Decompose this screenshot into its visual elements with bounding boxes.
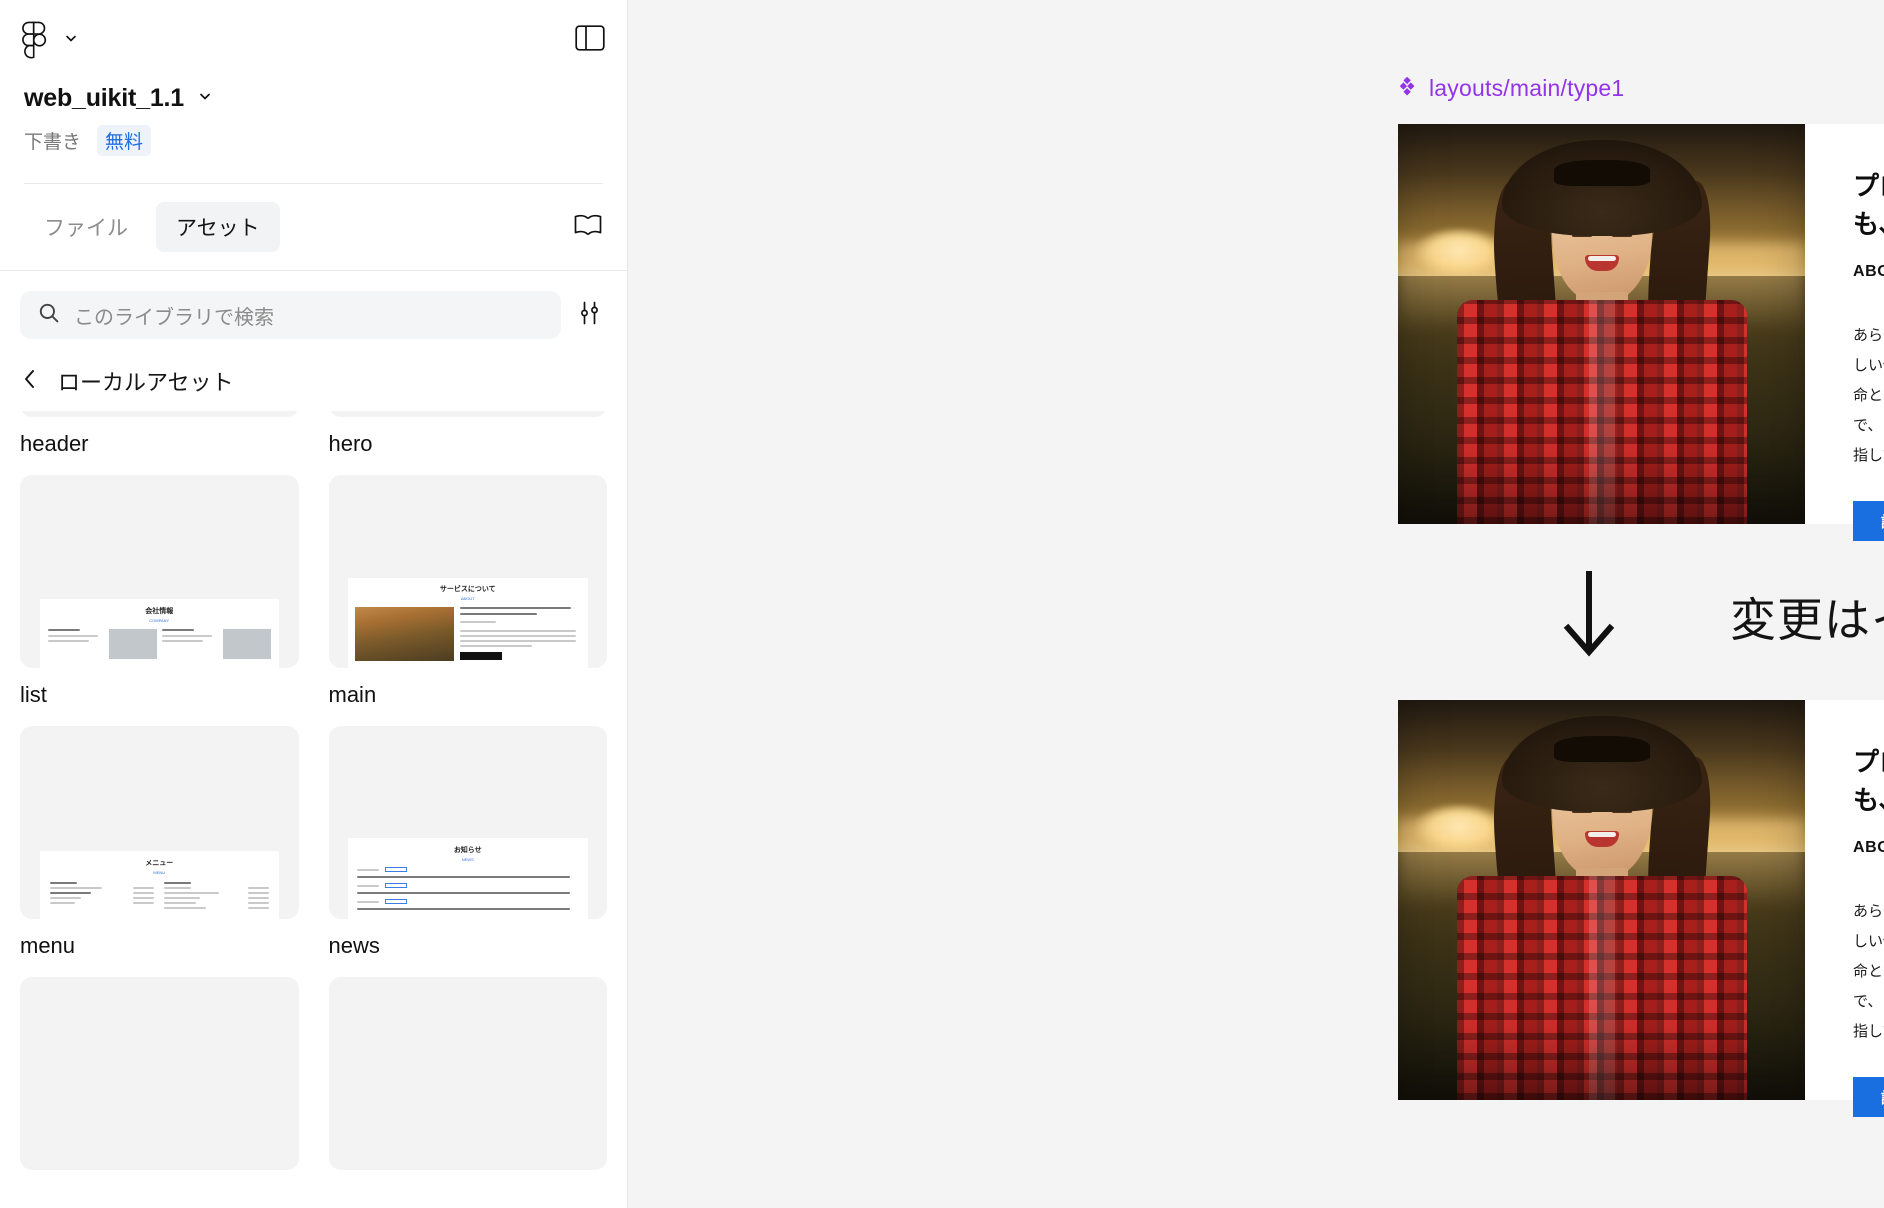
chevron-down-icon[interactable] bbox=[198, 89, 212, 108]
component-name-label[interactable]: layouts/main/type1 bbox=[1399, 75, 1625, 102]
card-body: プロのデザイナーに依頼するより も、大幅にコストを削減 ABOUT あらゆるビジ… bbox=[1805, 700, 1884, 1118]
asset-preview: サービスについて ABOUT bbox=[348, 578, 588, 668]
asset-label: header bbox=[20, 431, 89, 456]
asset-item-hero[interactable]: hero bbox=[328, 411, 607, 457]
sidebar-tabs: ファイル アセット bbox=[24, 202, 280, 252]
master-component-card[interactable]: プロのデザイナーに依頼するより も、大幅にコストを削減 ABOUT あらゆるビジ… bbox=[1398, 124, 1884, 542]
card-image bbox=[1398, 124, 1805, 524]
asset-thumbnail[interactable]: メニュー MENU bbox=[20, 726, 299, 919]
card-cta-button[interactable]: 詳しくはこちら › bbox=[1853, 1077, 1884, 1118]
asset-item-menu[interactable]: メニュー MENU menu bbox=[20, 726, 299, 959]
assets-sidebar: web_uikit_1.1 下書き 無料 ファイル アセット このライブラリで検… bbox=[0, 0, 628, 1208]
preview-subtitle: COMPANY bbox=[149, 618, 170, 623]
preview-subtitle: NEWS bbox=[461, 857, 474, 862]
preview-subtitle: MENU bbox=[153, 870, 166, 875]
layout-panel-icon[interactable] bbox=[575, 24, 605, 56]
preview-title: お知らせ bbox=[453, 847, 482, 854]
asset-item-header[interactable]: header bbox=[20, 411, 299, 457]
figma-logo-icon[interactable] bbox=[22, 21, 48, 59]
asset-preview: メニュー MENU bbox=[39, 851, 279, 919]
asset-label: main bbox=[328, 682, 377, 707]
card-body-text: あらゆるビジネスにおいて、デザインを通じて新しい価値を創造し、顧客と共に成長する… bbox=[1853, 903, 1884, 1041]
preview-title: 会社情報 bbox=[145, 608, 174, 615]
search-row: このライブラリで検索 bbox=[0, 271, 627, 355]
asset-thumbnail[interactable] bbox=[20, 411, 299, 417]
chevron-down-icon[interactable] bbox=[64, 31, 78, 50]
card-title: プロのデザイナーに依頼するより も、大幅にコストを削減 bbox=[1853, 747, 1884, 815]
search-icon bbox=[38, 302, 60, 329]
preview-subtitle: ABOUT bbox=[460, 596, 475, 601]
asset-preview: お知らせ NEWS bbox=[348, 838, 588, 919]
file-name-row[interactable]: web_uikit_1.1 bbox=[24, 84, 603, 113]
sidebar-topbar bbox=[0, 0, 627, 80]
breadcrumb-label: ローカルアセット bbox=[58, 370, 234, 395]
preview-title: サービスについて bbox=[439, 586, 496, 593]
search-placeholder: このライブラリで検索 bbox=[74, 306, 274, 329]
annotation-text: 変更はインスタンスに反映される bbox=[1730, 593, 1884, 646]
asset-item-main[interactable]: サービスについて ABOUT main bbox=[328, 475, 607, 708]
card-cta-button[interactable]: 詳しくはこちら › bbox=[1853, 501, 1884, 542]
card-title: プロのデザイナーに依頼するより も、大幅にコストを削減 bbox=[1853, 171, 1884, 239]
figma-app-window: web_uikit_1.1 下書き 無料 ファイル アセット このライブラリで検… bbox=[0, 0, 1884, 1208]
design-canvas[interactable]: layouts/main/type1 プロのデザイナーに依頼するより も、大幅に… bbox=[628, 0, 1884, 1208]
sidebar-tabs-row: ファイル アセット bbox=[0, 184, 627, 270]
asset-label: menu bbox=[20, 933, 76, 958]
component-name-text: layouts/main/type1 bbox=[1429, 75, 1625, 101]
card-kicker: ABOUT bbox=[1853, 263, 1884, 281]
draft-status-label: 下書き bbox=[24, 132, 82, 153]
asset-label: news bbox=[328, 933, 380, 958]
assets-scroll-area[interactable]: header hero 会社情報 COMPANY list サービスについて A… bbox=[0, 411, 627, 1208]
card-image bbox=[1398, 700, 1805, 1100]
asset-item-next-right[interactable] bbox=[328, 977, 607, 1170]
asset-thumbnail[interactable]: お知らせ NEWS bbox=[328, 726, 607, 919]
asset-thumbnail[interactable]: サービスについて ABOUT bbox=[328, 475, 607, 668]
preview-title: メニュー bbox=[145, 860, 174, 867]
card-body-text: あらゆるビジネスにおいて、デザインを通じて新しい価値を創造し、顧客と共に成長する… bbox=[1853, 327, 1884, 465]
asset-label: hero bbox=[328, 431, 373, 456]
asset-thumbnail[interactable] bbox=[328, 977, 607, 1170]
asset-item-next-left[interactable] bbox=[20, 977, 299, 1170]
asset-thumbnail[interactable] bbox=[20, 977, 299, 1170]
file-info-block: web_uikit_1.1 下書き 無料 bbox=[0, 80, 627, 184]
chevron-left-icon[interactable] bbox=[22, 368, 38, 395]
brand-menu[interactable] bbox=[22, 21, 78, 59]
asset-preview: 会社情報 COMPANY bbox=[39, 599, 279, 668]
assets-grid: header hero 会社情報 COMPANY list サービスについて A… bbox=[20, 411, 607, 1188]
tab-files[interactable]: ファイル bbox=[24, 202, 148, 252]
file-meta-row: 下書き 無料 bbox=[24, 125, 603, 156]
asset-item-list[interactable]: 会社情報 COMPANY list bbox=[20, 475, 299, 708]
asset-item-news[interactable]: お知らせ NEWS news bbox=[328, 726, 607, 959]
tab-assets[interactable]: アセット bbox=[156, 202, 280, 252]
card-body: プロのデザイナーに依頼するより も、大幅にコストを削減 ABOUT あらゆるビジ… bbox=[1805, 124, 1884, 542]
instance-card[interactable]: プロのデザイナーに依頼するより も、大幅にコストを削減 ABOUT あらゆるビジ… bbox=[1398, 700, 1884, 1118]
sliders-icon[interactable] bbox=[577, 300, 603, 331]
component-diamond-icon bbox=[1399, 75, 1419, 102]
asset-label: list bbox=[20, 682, 47, 707]
breadcrumb[interactable]: ローカルアセット bbox=[0, 355, 627, 411]
arrow-down-icon bbox=[1558, 570, 1620, 663]
plan-badge[interactable]: 無料 bbox=[97, 125, 152, 156]
annotation: 変更はインスタンスに反映される bbox=[1558, 570, 1884, 663]
search-input[interactable]: このライブラリで検索 bbox=[20, 291, 561, 339]
asset-thumbnail[interactable] bbox=[328, 411, 607, 417]
card-kicker: ABOUT bbox=[1853, 839, 1884, 857]
book-icon[interactable] bbox=[573, 213, 603, 242]
asset-thumbnail[interactable]: 会社情報 COMPANY bbox=[20, 475, 299, 668]
page-title: web_uikit_1.1 bbox=[24, 84, 184, 112]
